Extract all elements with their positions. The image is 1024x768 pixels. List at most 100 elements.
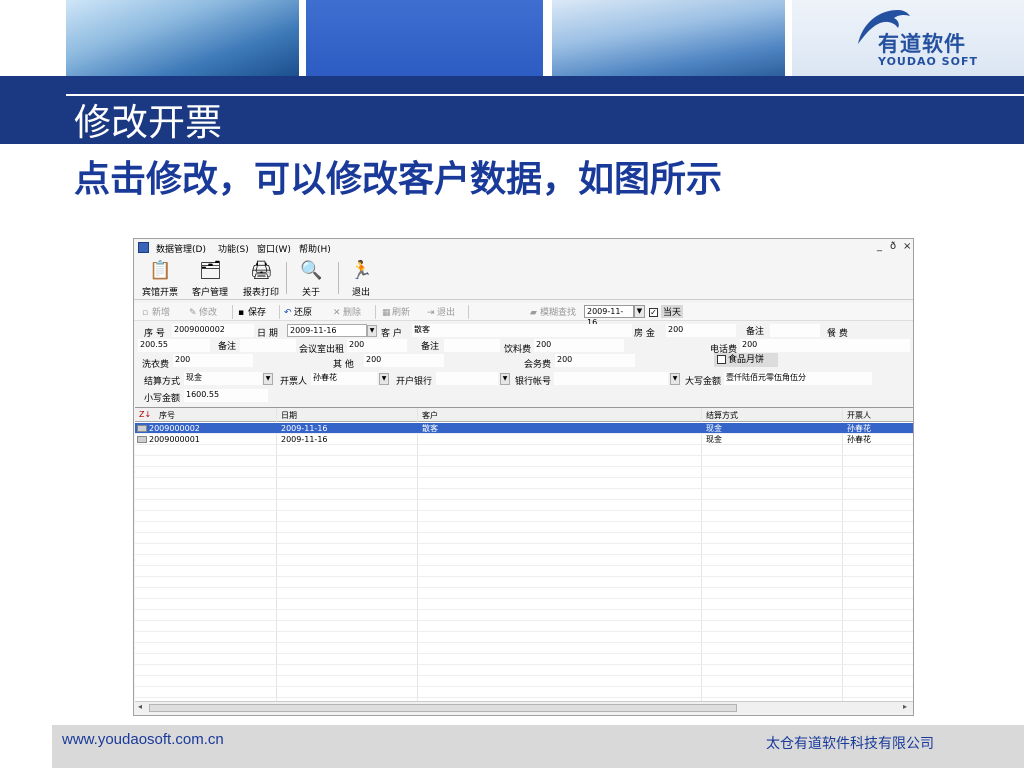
seq-field[interactable]: 2009000002: [172, 324, 254, 337]
meal-label: 餐 费: [827, 329, 848, 339]
pay-method-dropdown-icon[interactable]: ▼: [263, 373, 273, 385]
search-date-field[interactable]: 2009-11-16: [584, 305, 634, 327]
invoice-table: Z↓ 序号 日期 客户 结算方式 开票人 2009000002 2009-11-1…: [135, 407, 913, 709]
issuer-field[interactable]: 孙春花: [311, 372, 377, 385]
horizontal-scrollbar[interactable]: ◂ ▸: [135, 701, 913, 713]
report-print-button[interactable]: 🖨 报表打印: [238, 258, 284, 298]
meeting-remark-field[interactable]: [444, 339, 500, 352]
date-label: 日 期: [257, 329, 278, 339]
empty-table-row: [135, 610, 913, 621]
undo-button[interactable]: ↶ 还原: [284, 305, 312, 318]
meal-remark-field[interactable]: [240, 339, 296, 352]
row-issuer-cell: 孙春花: [847, 424, 871, 433]
upper-amount-field[interactable]: 壹仟陆佰元零伍角伍分: [724, 372, 872, 385]
lower-amount-label: 小写金额: [144, 394, 181, 404]
scroll-left-icon[interactable]: ◂: [138, 702, 142, 711]
row-seq-cell: 2009000002: [149, 424, 200, 433]
empty-table-row: [135, 687, 913, 698]
toolbar-separator: [279, 305, 280, 319]
room-label: 房 金: [634, 329, 655, 339]
close-icon[interactable]: ×: [903, 241, 911, 252]
mooncake-checkbox-button[interactable]: 食品月饼: [714, 353, 778, 367]
today-label: 当天: [661, 305, 684, 318]
table-row[interactable]: 2009000002 2009-11-16 散客 现金 孙春花: [135, 423, 913, 434]
new-doc-icon: ▫: [142, 308, 149, 318]
empty-table-row: [135, 632, 913, 643]
pay-method-field[interactable]: 现金: [184, 372, 262, 385]
today-checkbox[interactable]: ✓: [649, 308, 658, 317]
room-remark-field[interactable]: [770, 324, 820, 337]
menu-function[interactable]: 功能(S): [218, 242, 249, 255]
empty-table-row: [135, 522, 913, 533]
row-date-cell: 2009-11-16: [281, 435, 328, 444]
menu-data-management[interactable]: 数据管理(D): [156, 242, 206, 255]
page-title: 修改开票: [74, 101, 222, 144]
seq-label: 序 号: [144, 329, 165, 339]
issuer-dropdown-icon[interactable]: ▼: [379, 373, 389, 385]
minimize-icon[interactable]: _: [877, 241, 882, 252]
edit-button[interactable]: ✎ 修改: [189, 305, 217, 318]
empty-table-row: [135, 478, 913, 489]
empty-table-row: [135, 544, 913, 555]
empty-table-row: [135, 500, 913, 511]
meal-remark-label: 备注: [218, 342, 237, 352]
empty-table-row: [135, 621, 913, 632]
footer-company: 太仓有道软件科技有限公司: [766, 736, 934, 752]
record-toolbar: ▫ 新增 ✎ 修改 ▪ 保存 ↶ 还原 ✕ 删除 ▦刷新 ⇥ 退出 ▰ 模糊查找 2009-1…: [134, 303, 913, 327]
column-header-pay-method[interactable]: 结算方式: [706, 410, 738, 421]
meal-field[interactable]: 200.55: [138, 339, 210, 352]
table-row[interactable]: 2009000001 2009-11-16 现金 孙春花: [135, 434, 913, 445]
column-header-issuer[interactable]: 开票人: [847, 410, 871, 421]
toolbar-separator: [232, 305, 233, 319]
issuer-label: 开票人: [280, 377, 308, 387]
customer-field[interactable]: 散客: [412, 324, 632, 337]
other-field[interactable]: 200: [364, 354, 444, 367]
restore-icon[interactable]: ð: [890, 241, 896, 252]
logo-text-cn: 有道软件: [878, 32, 966, 56]
fuzzy-search-button[interactable]: ▰ 模糊查找: [530, 305, 576, 318]
sort-icon[interactable]: Z↓: [139, 410, 151, 419]
column-header-customer[interactable]: 客户: [422, 410, 438, 421]
exit-record-button[interactable]: ⇥ 退出: [427, 305, 455, 318]
footer-url[interactable]: www.youdaosoft.com.cn: [62, 731, 224, 748]
account-label: 银行帐号: [515, 377, 552, 387]
service-field[interactable]: 200: [555, 354, 635, 367]
new-button[interactable]: ▫ 新增: [142, 305, 170, 318]
hotel-invoice-button[interactable]: 📋 宾馆开票: [137, 258, 183, 298]
drink-field[interactable]: 200: [534, 339, 624, 352]
room-field[interactable]: 200: [666, 324, 736, 337]
customer-management-button[interactable]: 🗂 客户管理: [187, 258, 233, 298]
refresh-button[interactable]: ▦刷新: [382, 305, 410, 318]
column-header-date[interactable]: 日期: [281, 410, 297, 421]
header-photo-blue: [306, 0, 543, 76]
empty-table-row: [135, 599, 913, 610]
delete-button[interactable]: ✕ 删除: [333, 305, 361, 318]
phone-field[interactable]: 200: [740, 339, 910, 352]
exit-button[interactable]: 🏃 退出: [338, 258, 384, 298]
lower-amount-field[interactable]: 1600.55: [184, 389, 268, 402]
laundry-label: 洗衣费: [142, 360, 170, 370]
meeting-field[interactable]: 200: [347, 339, 407, 352]
toolbar-separator: [375, 305, 376, 319]
empty-table-row: [135, 566, 913, 577]
account-dropdown-icon[interactable]: ▼: [670, 373, 680, 385]
scrollbar-thumb[interactable]: [149, 704, 737, 712]
mooncake-checkbox[interactable]: [717, 355, 726, 364]
toolbar-separator: [468, 305, 469, 319]
bank-dropdown-icon[interactable]: ▼: [500, 373, 510, 385]
date-field[interactable]: 2009-11-16: [287, 324, 367, 337]
scroll-right-icon[interactable]: ▸: [903, 702, 907, 711]
account-field[interactable]: [554, 372, 668, 385]
bank-field[interactable]: [436, 372, 498, 385]
chevron-down-icon[interactable]: ▼: [634, 305, 645, 318]
about-button[interactable]: 🔍 关于: [288, 258, 334, 298]
menu-help[interactable]: 帮助(H): [299, 242, 331, 255]
header-photo-buildings: [552, 0, 785, 76]
column-header-seq[interactable]: 序号: [159, 410, 175, 421]
clipboard-icon: 📋: [149, 260, 172, 281]
laundry-field[interactable]: 200: [173, 354, 253, 367]
menu-window[interactable]: 窗口(W): [257, 242, 291, 255]
date-dropdown-icon[interactable]: ▼: [367, 325, 377, 337]
save-button[interactable]: ▪ 保存: [238, 305, 266, 318]
empty-table-row: [135, 511, 913, 522]
